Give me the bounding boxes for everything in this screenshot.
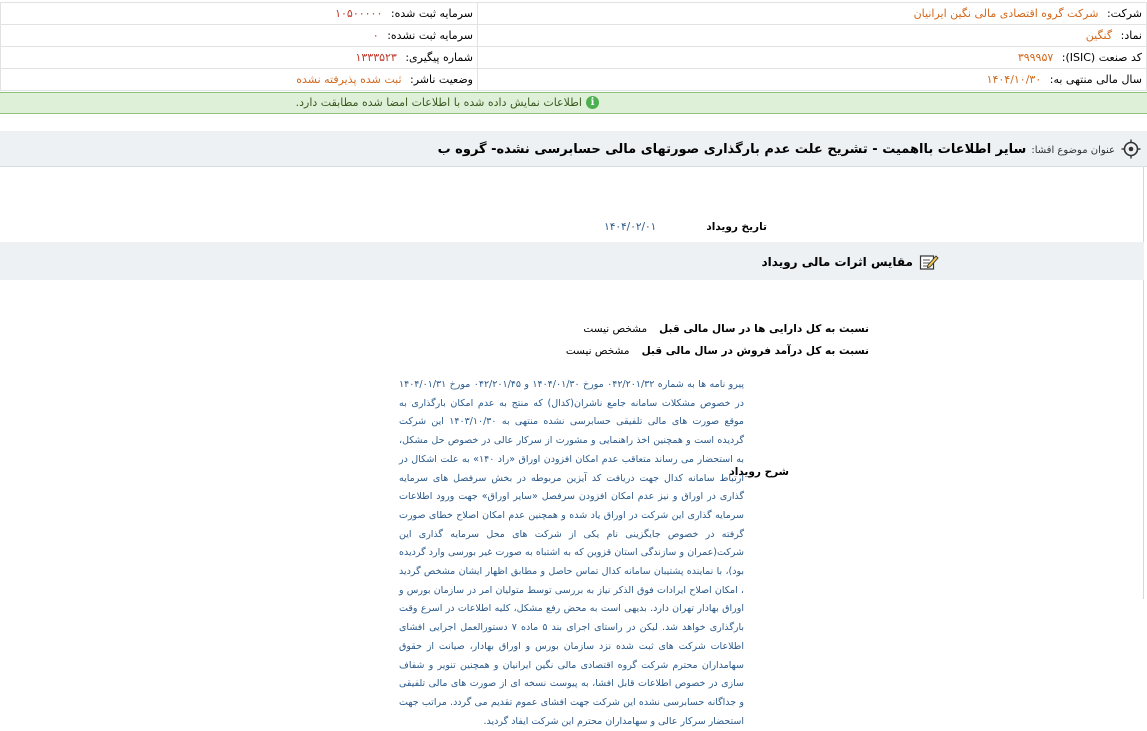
financial-effects-section: مقایس اثرات مالی رویداد bbox=[0, 242, 1144, 280]
subject-title: سایر اطلاعات بااهمیت - تشریح علت عدم بار… bbox=[437, 142, 1027, 157]
isic-value: ۳۹۹۹۵۷ bbox=[1017, 51, 1054, 64]
ratio-label: نسبت به کل درآمد فروش در سال مالی قبل bbox=[641, 345, 869, 357]
ratio-row-revenue: نسبت به کل درآمد فروش در سال مالی قبل مش… bbox=[566, 345, 869, 357]
company-cell: شرکت: شرکت گروه اقتصادی مالی نگین ایرانی… bbox=[477, 2, 1147, 25]
info-row: شرکت: شرکت گروه اقتصادی مالی نگین ایرانی… bbox=[0, 2, 1147, 25]
company-info-table: شرکت: شرکت گروه اقتصادی مالی نگین ایرانی… bbox=[0, 2, 1147, 91]
subject-content: عنوان موضوع افشا: سایر اطلاعات بااهمیت -… bbox=[438, 142, 1115, 157]
publisher-status-cell: وضعیت ناشر: ثبت شده پذیرفته نشده bbox=[0, 68, 478, 91]
tracking-value: ۱۳۳۳۵۲۳ bbox=[355, 51, 397, 64]
unregistered-capital-value: ۰ bbox=[372, 29, 379, 42]
unregistered-capital-label: سرمایه ثبت نشده: bbox=[387, 29, 473, 42]
description-text: پیرو نامه ها به شماره ۰۴۲/۲۰۱/۳۲ مورخ ۱۴… bbox=[399, 379, 745, 727]
subject-bar: عنوان موضوع افشا: سایر اطلاعات بااهمیت -… bbox=[0, 131, 1147, 167]
event-date-label: تاریخ رویداد bbox=[706, 221, 767, 233]
event-date-row: تاریخ رویداد ۱۴۰۴/۰۲/۰۱ bbox=[604, 221, 767, 233]
section-title: مقایس اثرات مالی رویداد bbox=[761, 255, 914, 269]
isic-cell: کد صنعت (ISIC): ۳۹۹۹۵۷ bbox=[477, 46, 1147, 69]
notice-content: i اطلاعات نمایش داده شده با اطلاعات امضا… bbox=[296, 96, 599, 109]
symbol-value: گنگین bbox=[1085, 29, 1113, 42]
subject-label: عنوان موضوع افشا: bbox=[1031, 145, 1115, 156]
registered-capital-cell: سرمایه ثبت شده: ۱۰۵۰۰۰۰۰ bbox=[0, 2, 478, 25]
ratio-value: مشخص نیست bbox=[565, 345, 630, 357]
info-row: نماد: گنگین سرمایه ثبت نشده: ۰ bbox=[0, 24, 1147, 47]
registered-capital-label: سرمایه ثبت شده: bbox=[390, 7, 473, 20]
tracking-label: شماره پیگیری: bbox=[405, 51, 473, 64]
info-row: کد صنعت (ISIC): ۳۹۹۹۵۷ شماره پیگیری: ۱۳۳… bbox=[0, 46, 1147, 69]
publisher-status-value: ثبت شده پذیرفته نشده bbox=[296, 73, 402, 86]
publisher-status-label: وضعیت ناشر: bbox=[410, 73, 473, 86]
info-row: سال مالی منتهی به: ۱۴۰۴/۱۰/۳۰ وضعیت ناشر… bbox=[0, 68, 1147, 91]
verification-notice: i اطلاعات نمایش داده شده با اطلاعات امضا… bbox=[0, 92, 1147, 114]
fiscal-year-label: سال مالی منتهی به: bbox=[1049, 73, 1142, 86]
content-divider bbox=[1143, 167, 1144, 599]
fiscal-year-cell: سال مالی منتهی به: ۱۴۰۴/۱۰/۳۰ bbox=[477, 68, 1147, 91]
ratio-value: مشخص نیست bbox=[583, 323, 648, 335]
unregistered-capital-cell: سرمایه ثبت نشده: ۰ bbox=[0, 24, 478, 47]
ratio-row-assets: نسبت به کل دارایی ها در سال مالی قبل مشخ… bbox=[583, 323, 869, 335]
symbol-cell: نماد: گنگین bbox=[477, 24, 1147, 47]
tracking-cell: شماره پیگیری: ۱۳۳۳۵۲۳ bbox=[0, 46, 478, 69]
edit-icon bbox=[919, 255, 939, 270]
section-header: مقایس اثرات مالی رویداد bbox=[762, 253, 940, 271]
ratio-label: نسبت به کل دارایی ها در سال مالی قبل bbox=[659, 323, 869, 335]
symbol-label: نماد: bbox=[1120, 29, 1142, 42]
isic-label: کد صنعت (ISIC): bbox=[1061, 51, 1142, 64]
company-value: شرکت گروه اقتصادی مالی نگین ایرانیان bbox=[913, 7, 1099, 20]
registered-capital-value: ۱۰۵۰۰۰۰۰ bbox=[335, 7, 383, 20]
event-date-value: ۱۴۰۴/۰۲/۰۱ bbox=[604, 221, 657, 233]
fiscal-year-value: ۱۴۰۴/۱۰/۳۰ bbox=[986, 73, 1042, 86]
target-icon bbox=[1121, 139, 1141, 159]
info-icon: i bbox=[586, 96, 599, 109]
notice-text: اطلاعات نمایش داده شده با اطلاعات امضا ش… bbox=[295, 96, 582, 109]
company-label: شرکت: bbox=[1106, 7, 1142, 20]
